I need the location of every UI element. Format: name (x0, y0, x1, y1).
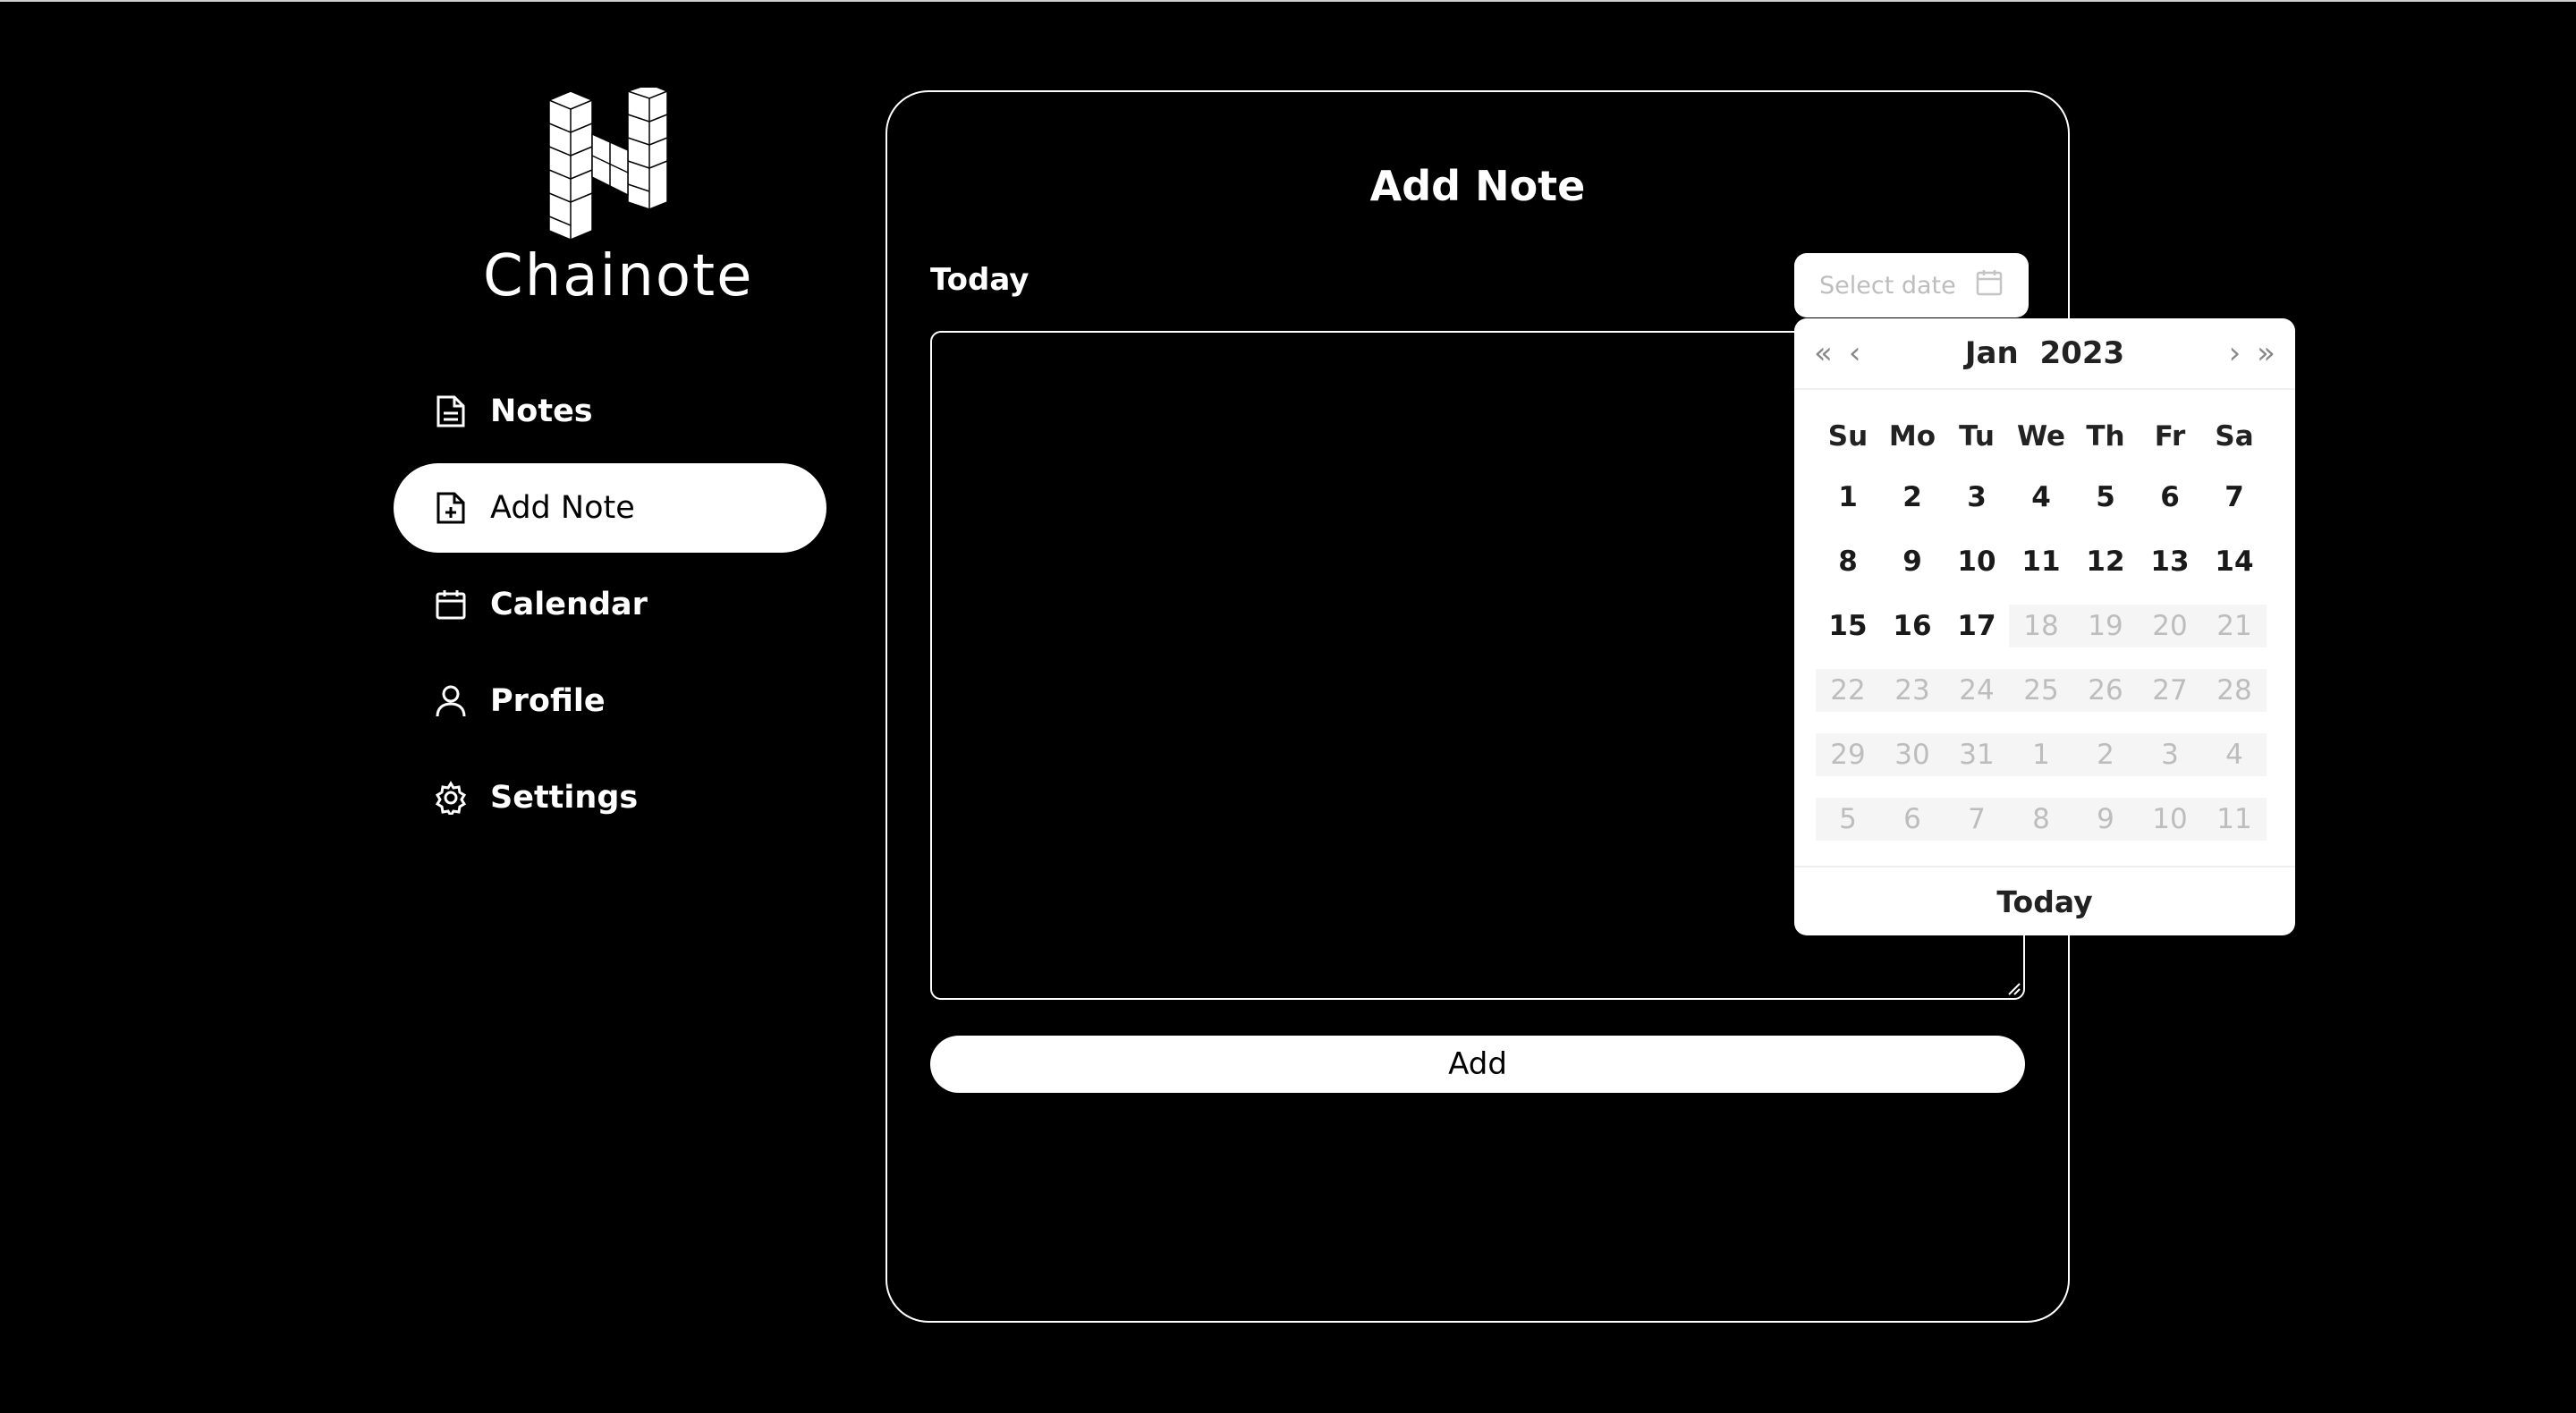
day-cell-disabled: 26 (2073, 669, 2138, 712)
sidebar-item-label: Settings (490, 780, 639, 816)
day-cell[interactable]: 13 (2138, 540, 2202, 583)
day-cell[interactable]: 14 (2202, 540, 2267, 583)
day-cell-disabled: 5 (1816, 798, 1880, 841)
day-cell[interactable]: 5 (2073, 476, 2138, 519)
prev-year-button[interactable]: « (1814, 335, 1833, 371)
gear-icon (433, 780, 469, 816)
day-cell-disabled: 9 (2073, 798, 2138, 841)
prev-month-button[interactable]: ‹ (1849, 335, 1861, 371)
resize-handle-icon[interactable] (2005, 980, 2021, 996)
weekday-label: Fr (2154, 420, 2186, 453)
day-cell-disabled: 31 (1945, 733, 2009, 776)
datepicker-popup: « ‹ Jan 2023 › » Su Mo Tu We Th Fr Sa 1 2 3 4 5 6 7 8 9… (1794, 318, 2295, 935)
day-cell[interactable]: 10 (1945, 540, 2009, 583)
day-cell-disabled: 18 (2009, 605, 2073, 647)
weekday-label: Sa (2215, 420, 2254, 453)
day-cell-disabled: 1 (2009, 733, 2073, 776)
day-cell-disabled: 20 (2138, 605, 2202, 647)
sidebar-item-calendar[interactable]: Calendar (394, 560, 826, 649)
date-label: Today (930, 262, 1030, 298)
top-border (0, 0, 2576, 2)
calendar-icon (1975, 268, 2004, 303)
day-cell[interactable]: 6 (2138, 476, 2202, 519)
sidebar-item-notes[interactable]: Notes (394, 367, 826, 456)
day-cell[interactable]: 2 (1880, 476, 1945, 519)
week-row: 22 23 24 25 26 27 28 (1816, 658, 2274, 723)
brand-name: Chainote (483, 243, 754, 309)
day-cell[interactable]: 15 (1816, 605, 1880, 647)
day-cell[interactable]: 16 (1880, 605, 1945, 647)
sidebar-item-settings[interactable]: Settings (394, 753, 826, 842)
weekday-label: Tu (1959, 420, 1995, 453)
weekday-label: Mo (1888, 420, 1936, 453)
page-title: Add Note (1369, 162, 1586, 210)
day-cell[interactable]: 4 (2009, 476, 2073, 519)
week-row: 8 9 10 11 12 13 14 (1816, 529, 2274, 594)
sidebar-item-label: Notes (490, 393, 593, 429)
day-cell-disabled: 22 (1816, 669, 1880, 712)
day-cell[interactable]: 3 (1945, 476, 2009, 519)
day-cell-disabled: 21 (2202, 605, 2267, 647)
day-cell-disabled: 23 (1880, 669, 1945, 712)
next-year-button[interactable]: » (2257, 335, 2275, 371)
day-cell-disabled: 28 (2202, 669, 2267, 712)
day-cell[interactable]: 8 (1816, 540, 1880, 583)
datepicker-grid: Su Mo Tu We Th Fr Sa 1 2 3 4 5 6 7 8 9 10 11 12 13 14 15 16 17 1… (1794, 390, 2295, 851)
day-cell-disabled: 24 (1945, 669, 2009, 712)
sidebar-item-profile[interactable]: Profile (394, 656, 826, 746)
day-cell[interactable]: 11 (2009, 540, 2073, 583)
weekday-label: Th (2086, 420, 2125, 453)
day-cell-disabled: 25 (2009, 669, 2073, 712)
year-select[interactable]: 2023 (2040, 335, 2125, 371)
today-button[interactable]: Today (1794, 866, 2295, 935)
user-icon (433, 683, 469, 719)
add-button[interactable]: Add (930, 1036, 2025, 1093)
sidebar-item-label: Add Note (490, 490, 635, 526)
day-cell-disabled: 29 (1816, 733, 1880, 776)
day-cell-disabled: 8 (2009, 798, 2073, 841)
date-placeholder: Select date (1819, 271, 1956, 300)
day-cell[interactable]: 1 (1816, 476, 1880, 519)
week-row: 1234567 (1816, 465, 2274, 529)
day-cell-disabled: 19 (2073, 605, 2138, 647)
month-select[interactable]: Jan (1965, 335, 2019, 371)
date-picker-input[interactable]: Select date (1794, 253, 2029, 317)
week-row: 5 6 7 8 9 10 11 (1816, 787, 2274, 851)
datepicker-header: « ‹ Jan 2023 › » (1794, 318, 2295, 390)
day-cell-disabled: 4 (2202, 733, 2267, 776)
file-icon (433, 393, 469, 429)
day-cell[interactable]: 17 (1945, 605, 2009, 647)
day-cell-disabled: 7 (1945, 798, 2009, 841)
week-row: 15 16 17 18 19 20 21 (1816, 594, 2274, 658)
sidebar-item-label: Calendar (490, 587, 648, 622)
day-cell-disabled: 27 (2138, 669, 2202, 712)
day-cell-disabled: 11 (2202, 798, 2267, 841)
next-month-button[interactable]: › (2229, 335, 2241, 371)
weekday-label: We (2016, 420, 2066, 453)
weekday-label: Su (1827, 420, 1868, 453)
day-cell[interactable]: 9 (1880, 540, 1945, 583)
sidebar-item-label: Profile (490, 683, 606, 719)
week-row: 29 30 31 1 2 3 4 (1816, 723, 2274, 787)
day-cell-disabled: 3 (2138, 733, 2202, 776)
calendar-icon (433, 587, 469, 622)
day-cell-disabled: 30 (1880, 733, 1945, 776)
day-cell-disabled: 2 (2073, 733, 2138, 776)
sidebar-nav: Notes Add Note Calendar Profile Settings (394, 367, 826, 850)
day-cell-disabled: 6 (1880, 798, 1945, 841)
weekday-row: Su Mo Tu We Th Fr Sa (1816, 408, 2274, 465)
sidebar-item-add-note[interactable]: Add Note (394, 463, 826, 553)
day-cell[interactable]: 12 (2073, 540, 2138, 583)
file-plus-icon (433, 490, 469, 526)
day-cell-disabled: 10 (2138, 798, 2202, 841)
day-cell[interactable]: 7 (2202, 476, 2267, 519)
